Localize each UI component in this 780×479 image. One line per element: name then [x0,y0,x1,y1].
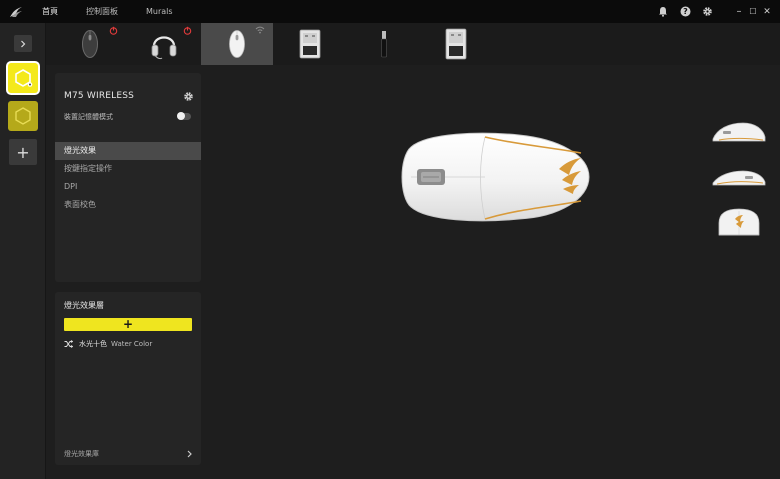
nav-dashboard[interactable]: 控制面板 [86,6,118,17]
toggle-knob [177,112,185,120]
device-settings-button[interactable] [182,90,194,102]
mouse-side-view-thumb[interactable] [711,121,767,145]
layer-item[interactable]: 水光十色 Water Color [64,338,152,350]
profile-tile[interactable] [8,101,38,131]
receiver-icon [299,29,321,59]
settings-icon[interactable] [696,0,718,23]
device-usb-receiver-2[interactable] [420,23,492,65]
minimize-button[interactable]: – [732,0,746,23]
device-mouse-dark[interactable] [54,23,126,65]
mouse-back-view-thumb[interactable] [715,207,763,239]
device-view [201,65,780,479]
nav-home[interactable]: 首頁 [42,6,58,17]
maximize-button[interactable]: ☐ [746,0,760,23]
hexagon-icon [15,69,33,87]
usb-stick-icon [381,31,387,58]
headset-icon [151,36,177,60]
bell-icon[interactable] [652,0,674,23]
shuffle-icon [64,340,73,348]
profile-tile-active[interactable] [8,63,38,93]
layers-title: 燈光效果層 [64,301,104,310]
chevron-right-icon [187,450,192,458]
title-bar: 首頁 控制面板 Murals ? – ☐ ✕ [0,0,780,23]
hexagon-icon [15,107,31,125]
close-button[interactable]: ✕ [760,0,774,23]
nav-murals[interactable]: Murals [146,7,173,16]
mouse-top-view[interactable] [399,131,591,223]
memory-mode-toggle[interactable] [177,112,191,120]
wireless-icon [255,26,265,34]
memory-mode-label: 裝置記憶體模式 [64,113,113,121]
title-actions: ? – ☐ ✕ [652,0,774,23]
power-icon [109,26,118,35]
device-name: M75 WIRELESS [64,91,135,101]
corsair-logo-icon[interactable] [4,0,28,23]
menu-key-assignments[interactable]: 按鍵指定操作 [55,160,201,178]
layer-subtitle: Water Color [111,340,153,348]
device-usb-stick[interactable] [348,23,420,65]
device-headset[interactable] [128,23,200,65]
receiver-icon [445,28,467,60]
menu-dpi[interactable]: DPI [55,178,201,196]
svg-text:?: ? [683,7,688,16]
device-usb-receiver[interactable] [274,23,346,65]
mouse-icon [82,30,98,58]
lighting-library-link[interactable]: 燈光效果庫 [64,449,192,459]
profile-rail: + [0,23,46,479]
lighting-layers-panel: 燈光效果層 + 水光十色 Water Color 燈光效果庫 [55,292,201,465]
library-label: 燈光效果庫 [64,450,99,458]
add-layer-button[interactable]: + [64,318,192,331]
mouse-side-view-thumb-2[interactable] [711,167,767,189]
mouse-icon [229,30,245,58]
main-nav: 首頁 控制面板 Murals [42,6,201,17]
layer-name: 水光十色 [79,340,107,348]
help-icon[interactable]: ? [674,0,696,23]
expand-rail-button[interactable] [14,35,32,52]
menu-surface-calibration[interactable]: 表面校色 [55,196,201,214]
device-menu: 燈光效果 按鍵指定操作 DPI 表面校色 [55,142,201,214]
gear-icon [183,91,193,101]
device-panel: M75 WIRELESS 裝置記憶體模式 燈光效果 按鍵指定操作 DPI 表面校… [55,73,201,282]
device-strip [46,23,780,65]
chevron-right-icon [21,40,26,47]
device-m75-wireless[interactable] [201,23,273,65]
power-icon [183,26,192,35]
icue-window: 首頁 控制面板 Murals ? – ☐ ✕ + M75 WIRELESS 裝置… [0,0,780,479]
menu-lighting[interactable]: 燈光效果 [55,142,201,160]
add-profile-button[interactable]: + [9,139,37,165]
